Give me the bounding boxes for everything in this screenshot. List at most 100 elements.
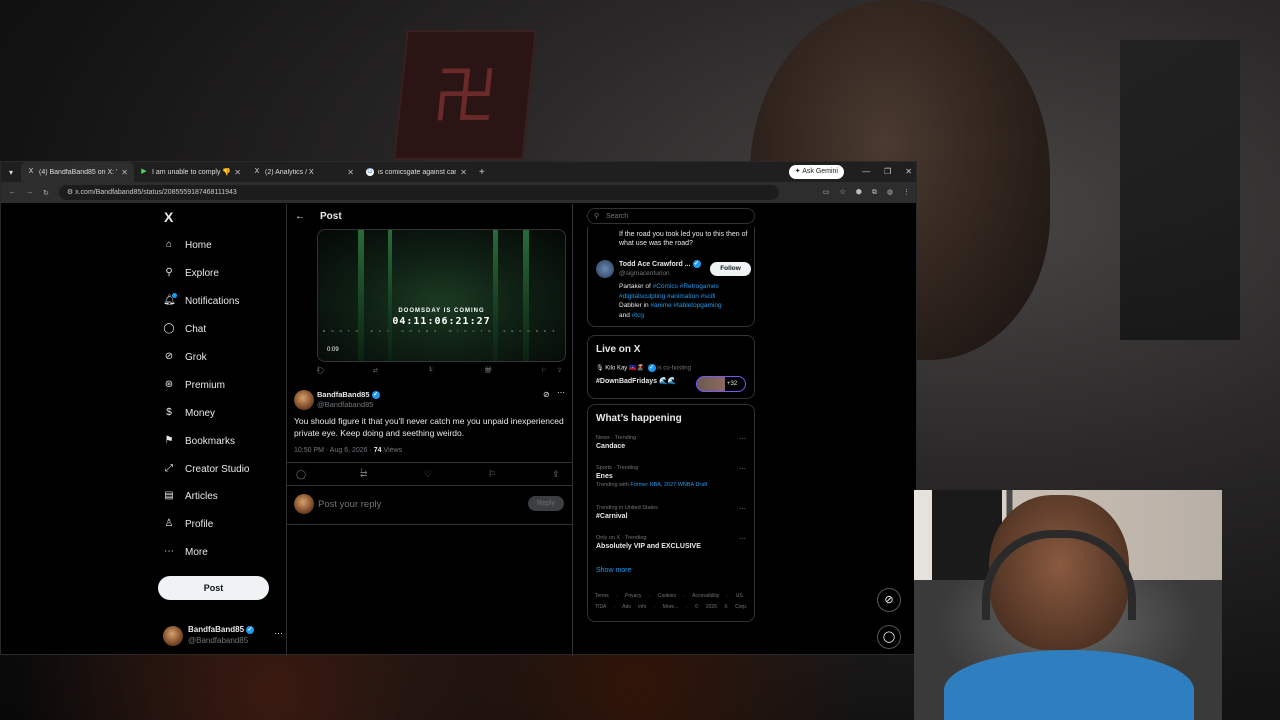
site-info-icon[interactable]: ⚙ [67,189,75,196]
tab-title: (4) BandfaBand85 on X: "@sigm [39,168,117,176]
reply-input[interactable]: Post your reply [318,499,381,510]
tweet-author-handle[interactable]: @Bandfaband85 [317,400,373,409]
tab-3[interactable]: X (2) Analytics / X ✕ [247,162,360,182]
nav-creator-studio[interactable]: ⤢ Creator Studio [163,463,249,475]
webcam-overlay [914,490,1222,720]
close-tab-icon[interactable]: ✕ [460,168,467,177]
tab-1[interactable]: X (4) BandfaBand85 on X: "@sigm ✕ [21,162,134,182]
nav-bookmarks[interactable]: ⚑ Bookmarks [163,435,236,447]
tab-title: is comicsgate against cancel cu [378,168,457,176]
avatar[interactable] [596,260,614,278]
menu-icon[interactable]: ⋮ [903,182,910,203]
more-dots-icon[interactable]: ⋯ [739,465,746,473]
bio-hashtags[interactable]: #anime #tabletopgaming [650,302,721,309]
video-player[interactable]: DOOMSDAY IS COMING 04:11:06:21:27 MONTH … [317,229,566,362]
tab-2[interactable]: ▶ I am unable to comply 👎 ✕ [134,162,247,182]
ask-gemini-button[interactable]: ✦ Ask Gemini [788,165,844,179]
video-time: 0:09 [327,347,339,353]
avatar [294,494,314,514]
tab-search-icon[interactable]: ▾ [1,168,21,177]
video-beam [388,230,392,361]
trend-item[interactable]: Sports · Trending Enes Trending with For… [596,465,746,488]
share-icon[interactable]: ⇪ [552,469,560,480]
video-countdown-labels: MONTH DAY HOURS MINUTE SECONDS [322,329,561,333]
play-favicon-icon: ▶ [141,168,147,175]
profile-name[interactable]: Todd Ace Crawford ... ✓ [619,260,701,268]
live-on-x-card[interactable]: Live on X 🎙 Kilo Kay 🇭🇹🌋 ✓ is co-hosting… [587,335,755,399]
search-input[interactable]: ⚲ Search [587,208,755,224]
more-dots-icon[interactable]: ⋯ [274,628,283,639]
repost-icon[interactable]: ⇄ [373,367,378,374]
back-icon[interactable]: ← [9,189,16,196]
live-host-name: Kilo Kay 🇭🇹🌋 [605,365,644,372]
nav-home[interactable]: ⌂ Home [163,239,212,251]
x-favicon-icon: X [254,168,260,175]
nav-premium[interactable]: ⊛ Premium [163,379,225,391]
more-dots-icon[interactable]: ⋯ [557,388,565,397]
trend-name: #Carnival [596,513,628,520]
trend-item[interactable]: News · Trending Candace ⋯ [596,435,746,450]
grok-icon[interactable]: ⊘ [543,390,550,399]
close-tab-icon[interactable]: ✕ [121,168,128,177]
trend-item[interactable]: Only on X · Trending Absolutely VIP and … [596,535,746,550]
nav-notifications[interactable]: 🔔︎ Notifications [163,293,239,307]
nav-grok[interactable]: ⊘ Grok [163,351,207,363]
maximize-icon[interactable]: ❐ [884,162,891,182]
nav-more[interactable]: ⋯ More [163,546,208,558]
puzzle-icon[interactable]: ⧉ [872,182,877,203]
nav-explore[interactable]: ⚲ Explore [163,267,219,279]
live-host: 🎙 Kilo Kay 🇭🇹🌋 ✓ is co-hosting [596,364,691,372]
close-tab-icon[interactable]: ✕ [347,168,354,177]
more-dots-icon[interactable]: ⋯ [739,505,746,513]
video-countdown: 04:11:06:21:27 [392,316,491,327]
divider [287,485,572,486]
back-arrow-icon[interactable]: ← [295,211,305,222]
trend-item[interactable]: Trending in United States #Carnival ⋯ [596,505,746,520]
cast-icon[interactable]: ▭ [823,182,830,203]
tab-4[interactable]: G is comicsgate against cancel cu ✕ [360,162,473,182]
bookmark-icon[interactable]: ⚐ [541,367,546,374]
heart-icon[interactable]: ♡ [424,469,432,480]
account-switcher[interactable]: BandfaBand85 ✓ @Bandfaband85 ⋯ [163,624,283,648]
bookmark-star-icon[interactable]: ☆ [839,182,845,203]
x-logo-icon[interactable]: X [164,209,173,225]
reply-button[interactable]: Reply [528,496,564,511]
nav-articles[interactable]: ▤ Articles [163,490,218,502]
x-page: X ⌂ Home ⚲ Explore 🔔︎ Notifications ◯ Chat ⊘… [1,204,916,656]
nav-label: Profile [185,518,214,530]
nav-money[interactable]: $ Money [163,407,215,419]
tab-title: (2) Analytics / X [265,168,314,176]
follow-button[interactable]: Follow [710,262,751,276]
close-window-icon[interactable]: ✕ [905,162,912,182]
forward-icon[interactable]: → [26,189,33,196]
home-icon: ⌂ [165,239,173,250]
bio-hashtags[interactable]: #tcg [632,312,644,319]
tweet-author-name[interactable]: BandfaBand85 ✓ [317,390,380,400]
url-field[interactable]: ⚙ x.com/Bandfaband85/status/208555918746… [58,185,779,200]
grok-fab-icon[interactable]: ⊘ [877,588,901,612]
trend-name: Absolutely VIP and EXCLUSIVE [596,543,701,550]
close-tab-icon[interactable]: ✕ [234,168,241,177]
nav-chat[interactable]: ◯ Chat [163,323,206,335]
trend-sub-links[interactable]: Former NBA, 2027 WNBA Draft [630,482,707,488]
minimize-icon[interactable]: — [862,162,870,182]
avatar[interactable] [294,390,314,410]
show-more-link[interactable]: Show more [596,567,631,574]
grok-icon: ⊘ [164,351,174,362]
bookmark-icon[interactable]: ⚐ [488,469,496,480]
chat-fab-icon[interactable]: ◯ [877,625,901,649]
nav-label: Articles [185,490,218,502]
profile-icon[interactable]: ◍ [887,182,893,203]
new-tab-icon[interactable]: + [479,167,485,178]
nav-profile[interactable]: ♙ Profile [163,518,214,530]
more-dots-icon[interactable]: ⋯ [739,435,746,443]
share-icon[interactable]: ⇪ [557,367,562,374]
post-button[interactable]: Post [158,576,269,600]
extension-icon[interactable]: ⬢ [856,182,862,203]
footer-links[interactable]: Terms · Privacy · Cookies · Accessibilit… [595,591,755,613]
toolbar-icons: ▭ ☆ ⬢ ⧉ ◍ ⋮ [823,182,910,203]
reload-icon[interactable]: ↻ [43,189,49,197]
trend-category: News · Trending [596,435,637,441]
more-dots-icon[interactable]: ⋯ [739,535,746,543]
reply-icon[interactable]: ◯ [296,469,306,480]
